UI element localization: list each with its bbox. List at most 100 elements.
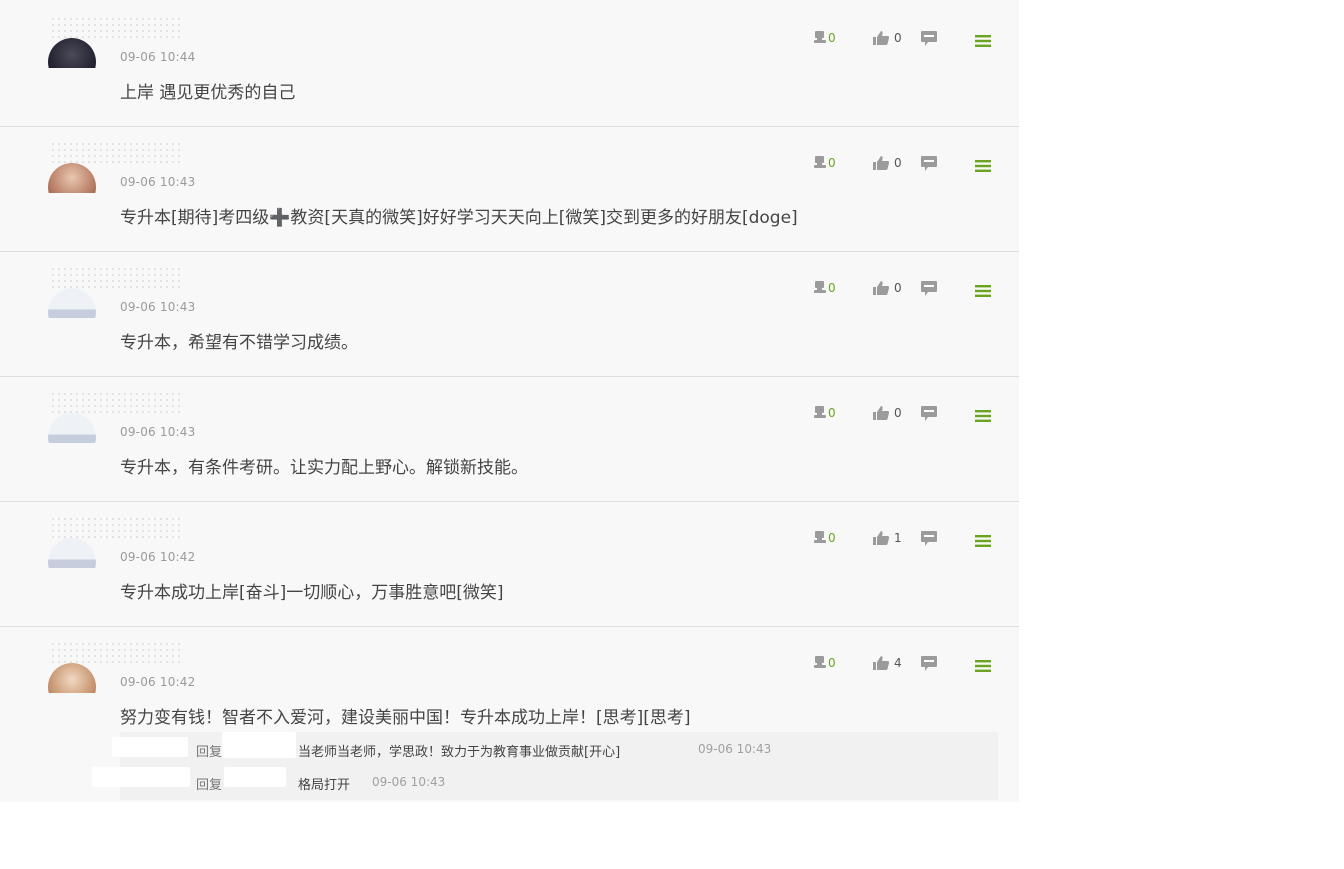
hamburger-menu-icon [975, 535, 991, 547]
like-button[interactable]: 0 [872, 30, 902, 46]
reply-button[interactable] [920, 655, 938, 672]
report-button[interactable]: 0 [812, 530, 836, 546]
comment-actions: 0 1 [812, 530, 1002, 552]
reply-time: 09-06 10:43 [698, 742, 772, 756]
thumbs-up-icon [873, 406, 889, 420]
hamburger-menu-icon [975, 160, 991, 172]
username-redacted [50, 16, 180, 38]
username-redacted [50, 516, 180, 538]
comment-feed: 09-06 10:44 上岸 遇见更优秀的自己 0 0 09-06 10:43 … [0, 0, 1019, 802]
more-menu-button[interactable] [974, 534, 992, 548]
report-icon [814, 656, 826, 668]
reply-author-redacted[interactable] [112, 737, 188, 757]
reply-text: 格局打开 [298, 778, 351, 793]
hamburger-menu-icon [975, 410, 991, 422]
comment-item: 09-06 10:43 专升本，希望有不错学习成绩。 0 0 [0, 252, 1019, 377]
report-button[interactable]: 0 [812, 155, 836, 171]
comment-time: 09-06 10:42 [120, 550, 196, 564]
reply-bubble-icon [921, 31, 937, 46]
comment-item: 09-06 10:42 专升本成功上岸[奋斗]一切顺心，万事胜意吧[微笑] 0 … [0, 502, 1019, 627]
like-count: 0 [894, 406, 902, 420]
reply-item: 回复 格局打开 09-06 10:43 [92, 765, 998, 795]
hamburger-menu-icon [975, 285, 991, 297]
comment-text: 专升本，希望有不错学习成绩。 [120, 333, 358, 353]
more-menu-button[interactable] [974, 159, 992, 173]
comment-text: 专升本[期待]考四级➕教资[天真的微笑]好好学习天天向上[微笑]交到更多的好朋友… [120, 208, 798, 228]
like-count: 0 [894, 156, 902, 170]
more-menu-button[interactable] [974, 284, 992, 298]
comment-actions: 0 0 [812, 280, 1002, 302]
comment-item: 09-06 10:44 上岸 遇见更优秀的自己 0 0 [0, 2, 1019, 127]
thumbs-up-icon [873, 281, 889, 295]
like-button[interactable]: 0 [872, 155, 902, 171]
like-button[interactable]: 4 [872, 655, 902, 671]
comment-time: 09-06 10:44 [120, 50, 196, 64]
reply-bubble-icon [921, 406, 937, 421]
like-count: 4 [894, 656, 902, 670]
reply-button[interactable] [920, 530, 938, 547]
comment-text: 上岸 遇见更优秀的自己 [120, 83, 296, 103]
username-redacted [50, 391, 180, 413]
reply-list: 回复 当老师当老师，学思政！致力于为教育事业做贡献[开心] 09-06 10:4… [92, 732, 998, 800]
thumbs-up-icon [873, 656, 889, 670]
thumbs-up-icon [873, 156, 889, 170]
username-redacted [50, 266, 180, 288]
thumbs-up-icon [873, 531, 889, 545]
like-button[interactable]: 0 [872, 405, 902, 421]
report-icon [814, 156, 826, 168]
reply-button[interactable] [920, 155, 938, 172]
comment-time: 09-06 10:43 [120, 300, 196, 314]
more-menu-button[interactable] [974, 659, 992, 673]
reply-prefix: 回复 [196, 778, 223, 793]
report-count: 0 [828, 406, 836, 420]
comment-actions: 0 0 [812, 155, 1002, 177]
reply-button[interactable] [920, 405, 938, 422]
username-redacted [50, 141, 180, 163]
reply-target-redacted[interactable] [222, 732, 296, 758]
reply-author-redacted[interactable] [92, 767, 190, 787]
hamburger-menu-icon [975, 660, 991, 672]
reply-bubble-icon [921, 156, 937, 171]
comment-actions: 0 4 [812, 655, 1002, 677]
report-icon [814, 406, 826, 418]
comment-time: 09-06 10:43 [120, 175, 196, 189]
reply-bubble-icon [921, 531, 937, 546]
like-button[interactable]: 1 [872, 530, 902, 546]
reply-prefix: 回复 [196, 745, 223, 760]
like-count: 0 [894, 281, 902, 295]
reply-bubble-icon [921, 281, 937, 296]
comment-text: 专升本，有条件考研。让实力配上野心。解锁新技能。 [120, 458, 528, 478]
comment-item: 09-06 10:43 专升本，有条件考研。让实力配上野心。解锁新技能。 0 0 [0, 377, 1019, 502]
report-icon [814, 531, 826, 543]
reply-button[interactable] [920, 280, 938, 297]
comment-time: 09-06 10:42 [120, 675, 196, 689]
report-count: 0 [828, 531, 836, 545]
hamburger-menu-icon [975, 35, 991, 47]
report-count: 0 [828, 281, 836, 295]
report-count: 0 [828, 31, 836, 45]
reply-target-redacted[interactable] [224, 767, 286, 787]
like-count: 0 [894, 31, 902, 45]
report-button[interactable]: 0 [812, 405, 836, 421]
report-icon [814, 281, 826, 293]
comment-actions: 0 0 [812, 405, 1002, 427]
like-count: 1 [894, 531, 902, 545]
more-menu-button[interactable] [974, 409, 992, 423]
reply-text: 当老师当老师，学思政！致力于为教育事业做贡献[开心] [298, 745, 621, 760]
report-count: 0 [828, 656, 836, 670]
comment-time: 09-06 10:43 [120, 425, 196, 439]
comment-item: 09-06 10:43 专升本[期待]考四级➕教资[天真的微笑]好好学习天天向上… [0, 127, 1019, 252]
report-icon [814, 31, 826, 43]
reply-bubble-icon [921, 656, 937, 671]
report-count: 0 [828, 156, 836, 170]
like-button[interactable]: 0 [872, 280, 902, 296]
comment-text: 努力变有钱！智者不入爱河，建设美丽中国！专升本成功上岸！[思考][思考] [120, 708, 691, 728]
report-button[interactable]: 0 [812, 655, 836, 671]
report-button[interactable]: 0 [812, 280, 836, 296]
reply-button[interactable] [920, 30, 938, 47]
report-button[interactable]: 0 [812, 30, 836, 46]
more-menu-button[interactable] [974, 34, 992, 48]
reply-time: 09-06 10:43 [372, 775, 446, 789]
thumbs-up-icon [873, 31, 889, 45]
username-redacted [50, 641, 180, 663]
